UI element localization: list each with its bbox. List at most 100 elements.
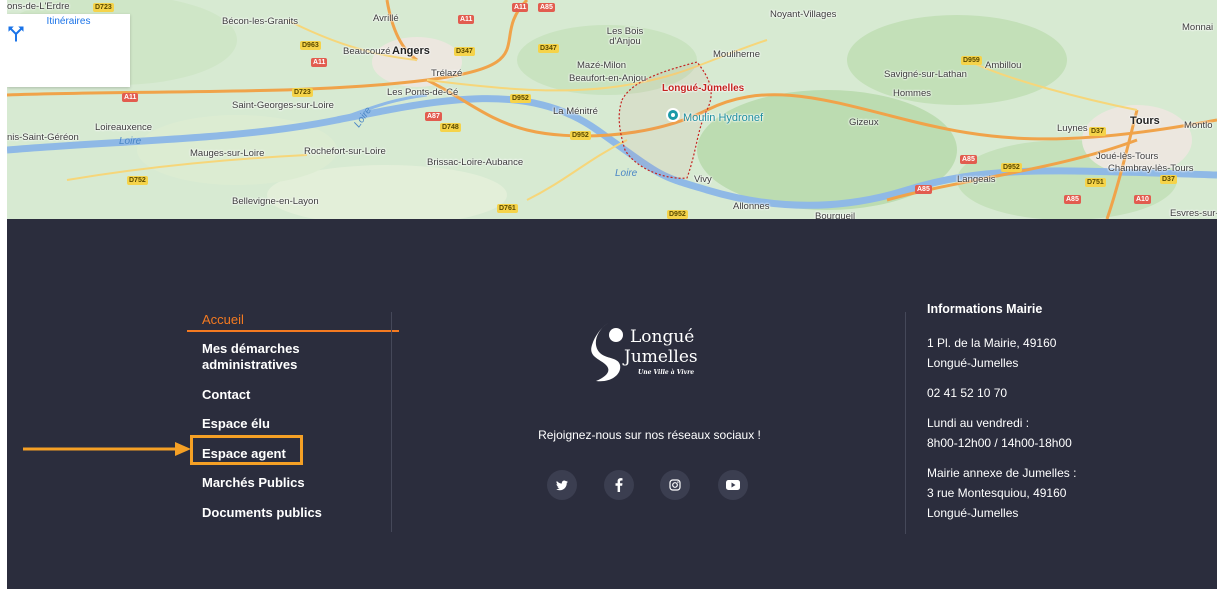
road-shield: D952 (667, 210, 688, 219)
divider (391, 312, 392, 532)
map-place: Chambray-lès-Tours (1108, 163, 1194, 174)
road-shield: A11 (122, 93, 139, 102)
twitter-button[interactable] (547, 470, 577, 500)
annex-address: Mairie annexe de Jumelles : (927, 466, 1077, 480)
directions-label: Itinéraires (46, 16, 91, 27)
road-shield: A85 (915, 185, 932, 194)
facebook-button[interactable] (604, 470, 634, 500)
road-shield: A11 (311, 58, 328, 67)
road-shield: D748 (440, 123, 461, 132)
map-place: Beaufort-en-Anjou (569, 73, 647, 84)
map-place: Loire (119, 136, 142, 147)
logo-tagline: Une Ville à Vivre (638, 369, 695, 376)
road-shield: A87 (425, 112, 442, 121)
info-title: Informations Mairie (927, 302, 1043, 316)
map-place: Ambillou (985, 60, 1022, 71)
map-place: Mauges-sur-Loire (190, 148, 265, 159)
map-place: Saint-Georges-sur-Loire (232, 100, 334, 111)
directions-icon (8, 26, 24, 42)
map-place: Montlo (1184, 120, 1213, 131)
nav-link-espace-elu[interactable]: Espace élu (202, 416, 270, 432)
nav-link-contact[interactable]: Contact (202, 387, 250, 403)
map-place: Les Bois d'Anjou (606, 26, 644, 47)
map-place: Longué-Jumelles (662, 83, 745, 94)
map-place: Gizeux (849, 117, 879, 128)
map-place: Beaucouzé (343, 46, 391, 57)
map-place: Loire (615, 168, 638, 179)
map-place: ons-de-L'Erdre (7, 1, 70, 12)
arrow-right-icon (23, 442, 191, 456)
road-shield: D37 (1089, 127, 1106, 136)
nav-link-mes-demarches[interactable]: Mes démarches administratives (202, 341, 322, 373)
road-shield: A10 (1134, 195, 1151, 204)
site-footer: Accueil Mes démarches administratives Co… (7, 219, 1217, 589)
map-place: Bécon-les-Granits (222, 16, 299, 27)
map-place: Mouliherne (713, 49, 760, 60)
map-place: Langeais (957, 174, 996, 185)
nav-link-accueil[interactable]: Accueil (202, 312, 244, 328)
road-shield: D752 (127, 176, 148, 185)
map-place: Noyant-Villages (770, 9, 837, 20)
map-place: Bellevigne-en-Layon (232, 196, 319, 207)
map-place: Hommes (893, 88, 932, 99)
road-shield: A85 (538, 3, 555, 12)
nav-active-indicator (187, 330, 399, 332)
info-mairie: Informations Mairie 1 Pl. de la Mairie, … (927, 302, 1187, 533)
logo-mark-icon (591, 323, 623, 382)
map-place[interactable]: Moulin Hydronef (683, 112, 763, 124)
road-shield: D723 (93, 3, 114, 12)
map-place: Loireauxence (95, 122, 153, 133)
road-shield: A11 (512, 3, 529, 12)
logo-line2: Jumelles (624, 347, 698, 367)
instagram-icon (669, 479, 681, 491)
nav-link-documents-publics[interactable]: Documents publics (202, 505, 322, 521)
map-place: Tours (1130, 115, 1160, 127)
road-shield: D761 (497, 204, 518, 213)
road-shield: D952 (510, 94, 531, 103)
map-place: Mazé-Milon (577, 60, 627, 71)
road-shield: D959 (961, 56, 982, 65)
road-shield: D952 (570, 131, 591, 140)
road-shield: D37 (1160, 175, 1177, 184)
road-shield: A85 (960, 155, 977, 164)
map-place: Trélazé (431, 68, 463, 79)
highlight-box (190, 435, 303, 465)
phone-number[interactable]: 02 41 52 10 70 (927, 383, 1187, 403)
map-place: Savigné-sur-Lathan (884, 69, 967, 80)
map-place: Angers (392, 45, 430, 57)
map-place: Brissac-Loire-Aubance (427, 157, 524, 168)
map-place: Allonnes (733, 201, 770, 212)
road-shield: A85 (1064, 195, 1081, 204)
address-line: Longué-Jumelles (927, 356, 1019, 370)
road-shield: D751 (1085, 178, 1106, 187)
annex-address: 3 rue Montesquiou, 49160 (927, 486, 1067, 500)
map-place: Esvres-sur- (1170, 208, 1217, 219)
divider (905, 312, 906, 534)
logo-line1: Longué (630, 327, 695, 347)
road-shield: D347 (454, 47, 475, 56)
road-shield: D723 (292, 88, 313, 97)
youtube-icon (726, 480, 740, 490)
youtube-button[interactable] (718, 470, 748, 500)
directions-button[interactable]: Itinéraires (7, 14, 130, 87)
nav-link-marches-publics[interactable]: Marchés Publics (202, 475, 305, 491)
map-place: Vivy (694, 174, 712, 185)
road-shield: D347 (538, 44, 559, 53)
map-place: Luynes (1057, 123, 1088, 134)
location-pin-icon[interactable] (666, 108, 680, 122)
map-place: La Ménitré (553, 106, 598, 117)
road-shield: D963 (300, 41, 321, 50)
annex-address: Longué-Jumelles (927, 506, 1019, 520)
address-line: 1 Pl. de la Mairie, 49160 (927, 336, 1057, 350)
map-place: Monnai (1182, 22, 1214, 33)
map-place: Avrillé (373, 13, 399, 24)
map-place: Les Ponts-de-Cé (387, 87, 459, 98)
map-place: Bourgueil (815, 211, 856, 219)
map-place: Joué-lès-Tours (1096, 151, 1159, 162)
instagram-button[interactable] (660, 470, 690, 500)
twitter-icon (556, 479, 568, 490)
opening-hours: 8h00-12h00 / 14h00-18h00 (927, 436, 1072, 450)
map[interactable]: D723 A11 A11 A85 D963 A11 D347 D347 A11 … (7, 0, 1217, 219)
map-place: Rochefort-sur-Loire (304, 146, 386, 157)
map-place: nis-Saint-Géréon (7, 132, 79, 143)
